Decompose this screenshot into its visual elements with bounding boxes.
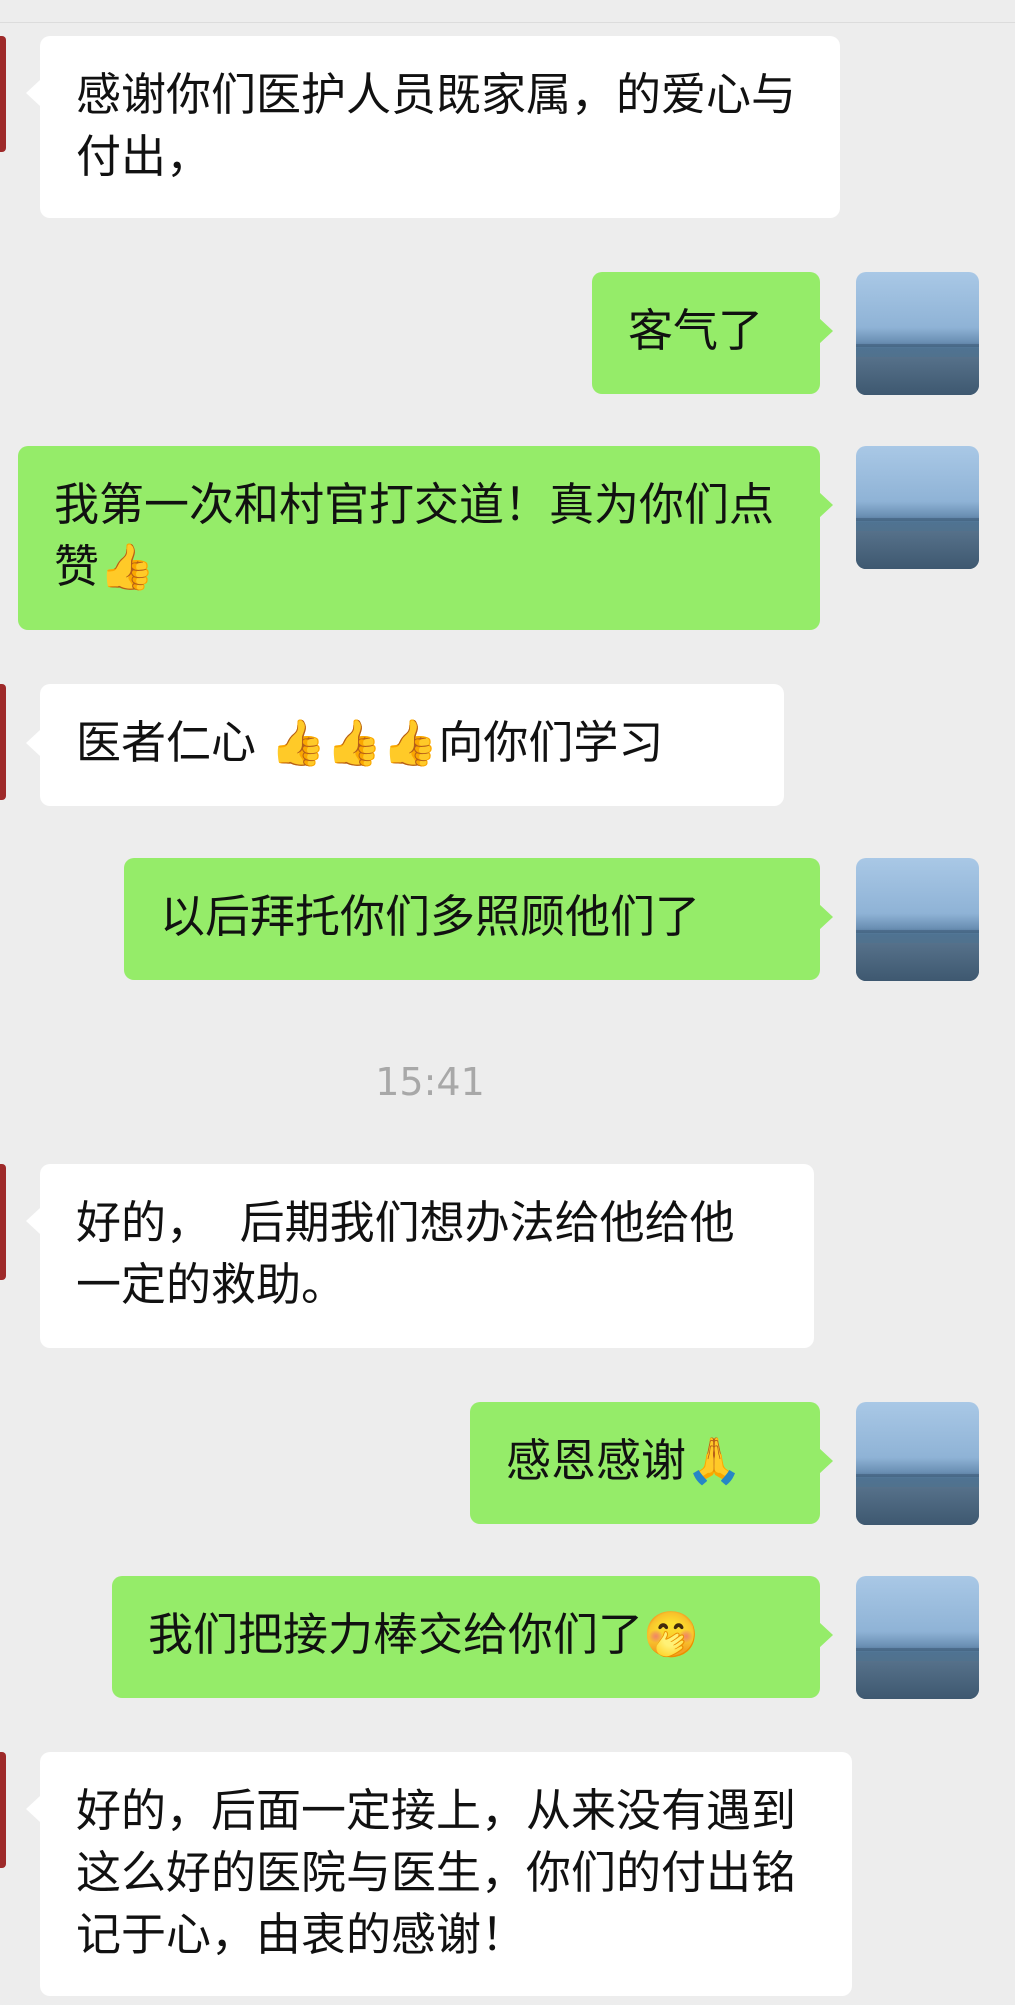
bubble-tail xyxy=(819,904,833,930)
bubble-tail xyxy=(26,1796,40,1822)
bubble-tail xyxy=(26,1208,40,1234)
bubble-tail xyxy=(819,492,833,518)
message-bubble-sent[interactable]: 客气了 xyxy=(592,272,820,394)
avatar-horizon xyxy=(856,344,979,347)
bubble-tail xyxy=(26,730,40,756)
message-bubble-sent[interactable]: 我第一次和村官打交道！真为你们点赞👍 xyxy=(18,446,820,630)
message-bubble-sent[interactable]: 感恩感谢🙏 xyxy=(470,1402,820,1524)
sender-avatar-edge[interactable] xyxy=(0,36,6,152)
avatar-shore xyxy=(856,1661,979,1699)
avatar-horizon xyxy=(856,518,979,521)
user-avatar[interactable] xyxy=(856,272,979,395)
user-avatar[interactable] xyxy=(856,858,979,981)
bubble-tail xyxy=(26,80,40,106)
user-avatar[interactable] xyxy=(856,1402,979,1525)
avatar-shore xyxy=(856,1487,979,1525)
user-avatar[interactable] xyxy=(856,1576,979,1699)
bubble-tail xyxy=(819,1448,833,1474)
message-bubble-sent[interactable]: 以后拜托你们多照顾他们了 xyxy=(124,858,820,980)
timestamp: 15:41 xyxy=(375,1060,485,1104)
message-bubble-received[interactable]: 医者仁心 👍👍👍向你们学习 xyxy=(40,684,784,806)
avatar-shore xyxy=(856,357,979,395)
bubble-tail xyxy=(819,318,833,344)
message-bubble-received[interactable]: 好的， 后期我们想办法给他给他一定的救助。 xyxy=(40,1164,814,1348)
message-bubble-sent[interactable]: 我们把接力棒交给你们了🤭 xyxy=(112,1576,820,1698)
avatar-shore xyxy=(856,531,979,569)
bubble-tail xyxy=(819,1622,833,1648)
user-avatar[interactable] xyxy=(856,446,979,569)
message-bubble-received[interactable]: 好的，后面一定接上，从来没有遇到这么好的医院与医生，你们的付出铭记于心，由衷的感… xyxy=(40,1752,852,1996)
avatar-horizon xyxy=(856,1474,979,1477)
sender-avatar-edge[interactable] xyxy=(0,1164,6,1280)
avatar-horizon xyxy=(856,1648,979,1651)
avatar-shore xyxy=(856,943,979,981)
top-divider xyxy=(0,0,1015,23)
message-bubble-received[interactable]: 感谢你们医护人员既家属，的爱心与付出， xyxy=(40,36,840,218)
sender-avatar-edge[interactable] xyxy=(0,1752,6,1868)
avatar-horizon xyxy=(856,930,979,933)
sender-avatar-edge[interactable] xyxy=(0,684,6,800)
